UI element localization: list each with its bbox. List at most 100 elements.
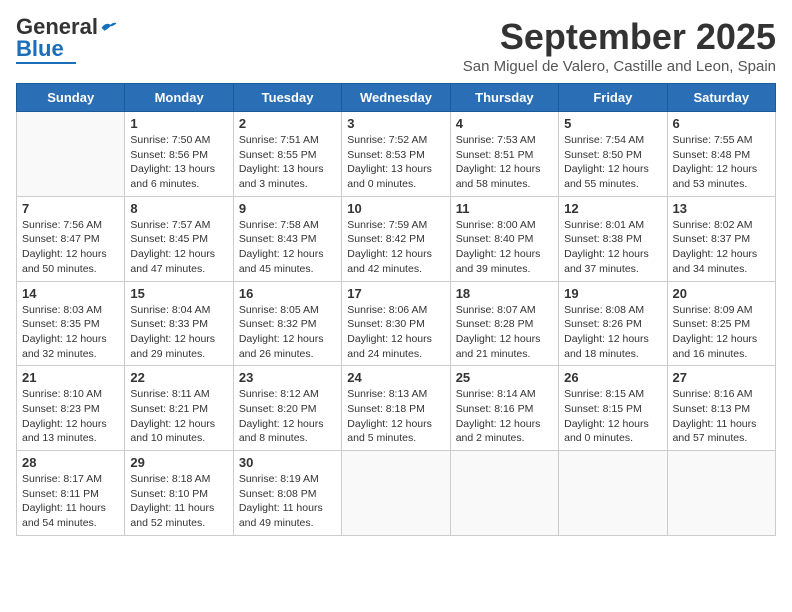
day-number: 16	[239, 286, 336, 301]
logo-bird-icon	[100, 20, 118, 34]
calendar-cell: 28 Sunrise: 8:17 AMSunset: 8:11 PMDayligh…	[17, 451, 125, 536]
day-number: 27	[673, 370, 770, 385]
day-info: Sunrise: 7:53 AMSunset: 8:51 PMDaylight:…	[456, 133, 553, 192]
weekday-header-tuesday: Tuesday	[233, 84, 341, 112]
day-number: 19	[564, 286, 661, 301]
calendar-cell: 12 Sunrise: 8:01 AMSunset: 8:38 PMDayligh…	[559, 196, 667, 281]
calendar-week-row: 28 Sunrise: 8:17 AMSunset: 8:11 PMDayligh…	[17, 451, 776, 536]
day-number: 14	[22, 286, 119, 301]
calendar-cell: 25 Sunrise: 8:14 AMSunset: 8:16 PMDayligh…	[450, 366, 558, 451]
calendar-cell	[342, 451, 450, 536]
day-number: 7	[22, 201, 119, 216]
calendar-cell: 10Sunrise: 7:59 AMSunset: 8:42 PMDayligh…	[342, 196, 450, 281]
calendar-cell: 22 Sunrise: 8:11 AMSunset: 8:21 PMDayligh…	[125, 366, 233, 451]
day-info: Sunrise: 8:15 AMSunset: 8:15 PMDaylight:…	[564, 387, 661, 446]
calendar-cell: 13 Sunrise: 8:02 AMSunset: 8:37 PMDayligh…	[667, 196, 775, 281]
day-number: 8	[130, 201, 227, 216]
calendar-cell: 6 Sunrise: 7:55 AMSunset: 8:48 PMDaylight…	[667, 112, 775, 197]
day-number: 30	[239, 455, 336, 470]
page-header: General Blue September 2025 San Miguel d…	[16, 16, 776, 75]
day-info: Sunrise: 8:09 AMSunset: 8:25 PMDaylight:…	[673, 303, 770, 362]
day-number: 25	[456, 370, 553, 385]
day-info: Sunrise: 8:13 AMSunset: 8:18 PMDaylight:…	[347, 387, 444, 446]
calendar-cell: 7Sunrise: 7:56 AMSunset: 8:47 PMDaylight…	[17, 196, 125, 281]
calendar-cell: 15Sunrise: 8:04 AMSunset: 8:33 PMDayligh…	[125, 281, 233, 366]
logo: General Blue	[16, 16, 118, 64]
day-info: Sunrise: 8:14 AMSunset: 8:16 PMDaylight:…	[456, 387, 553, 446]
day-number: 24	[347, 370, 444, 385]
calendar-cell: 4Sunrise: 7:53 AMSunset: 8:51 PMDaylight…	[450, 112, 558, 197]
calendar-cell: 27 Sunrise: 8:16 AMSunset: 8:13 PMDayligh…	[667, 366, 775, 451]
calendar-cell: 3 Sunrise: 7:52 AMSunset: 8:53 PMDaylight…	[342, 112, 450, 197]
day-info: Sunrise: 8:16 AMSunset: 8:13 PMDaylight:…	[673, 387, 770, 446]
day-info: Sunrise: 7:54 AMSunset: 8:50 PMDaylight:…	[564, 133, 661, 192]
day-number: 9	[239, 201, 336, 216]
calendar-cell: 19 Sunrise: 8:08 AMSunset: 8:26 PMDayligh…	[559, 281, 667, 366]
day-info: Sunrise: 8:08 AMSunset: 8:26 PMDaylight:…	[564, 303, 661, 362]
day-number: 10	[347, 201, 444, 216]
calendar-week-row: 1 Sunrise: 7:50 AMSunset: 8:56 PMDaylight…	[17, 112, 776, 197]
logo-general: General	[16, 16, 98, 38]
day-number: 12	[564, 201, 661, 216]
location-subtitle: San Miguel de Valero, Castille and Leon,…	[463, 58, 776, 75]
calendar-week-row: 7Sunrise: 7:56 AMSunset: 8:47 PMDaylight…	[17, 196, 776, 281]
weekday-header-wednesday: Wednesday	[342, 84, 450, 112]
day-info: Sunrise: 8:19 AMSunset: 8:08 PMDaylight:…	[239, 472, 336, 531]
weekday-header-row: SundayMondayTuesdayWednesdayThursdayFrid…	[17, 84, 776, 112]
day-info: Sunrise: 7:55 AMSunset: 8:48 PMDaylight:…	[673, 133, 770, 192]
calendar-cell: 21Sunrise: 8:10 AMSunset: 8:23 PMDayligh…	[17, 366, 125, 451]
day-info: Sunrise: 8:17 AMSunset: 8:11 PMDaylight:…	[22, 472, 119, 531]
day-number: 28	[22, 455, 119, 470]
weekday-header-monday: Monday	[125, 84, 233, 112]
logo-blue: Blue	[16, 38, 64, 60]
calendar-cell: 29Sunrise: 8:18 AMSunset: 8:10 PMDayligh…	[125, 451, 233, 536]
day-info: Sunrise: 8:05 AMSunset: 8:32 PMDaylight:…	[239, 303, 336, 362]
day-number: 17	[347, 286, 444, 301]
weekday-header-friday: Friday	[559, 84, 667, 112]
day-info: Sunrise: 7:50 AMSunset: 8:56 PMDaylight:…	[130, 133, 227, 192]
calendar-cell: 18Sunrise: 8:07 AMSunset: 8:28 PMDayligh…	[450, 281, 558, 366]
day-info: Sunrise: 7:51 AMSunset: 8:55 PMDaylight:…	[239, 133, 336, 192]
calendar-cell: 26Sunrise: 8:15 AMSunset: 8:15 PMDayligh…	[559, 366, 667, 451]
calendar-cell: 20 Sunrise: 8:09 AMSunset: 8:25 PMDayligh…	[667, 281, 775, 366]
calendar-cell: 30 Sunrise: 8:19 AMSunset: 8:08 PMDayligh…	[233, 451, 341, 536]
calendar-cell: 16 Sunrise: 8:05 AMSunset: 8:32 PMDayligh…	[233, 281, 341, 366]
calendar-cell: 17 Sunrise: 8:06 AMSunset: 8:30 PMDayligh…	[342, 281, 450, 366]
day-info: Sunrise: 8:01 AMSunset: 8:38 PMDaylight:…	[564, 218, 661, 277]
day-number: 29	[130, 455, 227, 470]
calendar-cell: 11Sunrise: 8:00 AMSunset: 8:40 PMDayligh…	[450, 196, 558, 281]
day-info: Sunrise: 7:52 AMSunset: 8:53 PMDaylight:…	[347, 133, 444, 192]
day-number: 11	[456, 201, 553, 216]
calendar-cell: 14 Sunrise: 8:03 AMSunset: 8:35 PMDayligh…	[17, 281, 125, 366]
month-title: September 2025	[463, 16, 776, 58]
day-number: 20	[673, 286, 770, 301]
calendar-cell: 8 Sunrise: 7:57 AMSunset: 8:45 PMDaylight…	[125, 196, 233, 281]
calendar-cell	[559, 451, 667, 536]
calendar-week-row: 14 Sunrise: 8:03 AMSunset: 8:35 PMDayligh…	[17, 281, 776, 366]
day-info: Sunrise: 8:03 AMSunset: 8:35 PMDaylight:…	[22, 303, 119, 362]
day-number: 6	[673, 116, 770, 131]
weekday-header-sunday: Sunday	[17, 84, 125, 112]
day-number: 22	[130, 370, 227, 385]
day-info: Sunrise: 8:11 AMSunset: 8:21 PMDaylight:…	[130, 387, 227, 446]
calendar-cell	[667, 451, 775, 536]
day-info: Sunrise: 8:10 AMSunset: 8:23 PMDaylight:…	[22, 387, 119, 446]
calendar-week-row: 21Sunrise: 8:10 AMSunset: 8:23 PMDayligh…	[17, 366, 776, 451]
day-number: 1	[130, 116, 227, 131]
day-info: Sunrise: 8:02 AMSunset: 8:37 PMDaylight:…	[673, 218, 770, 277]
calendar-cell: 24 Sunrise: 8:13 AMSunset: 8:18 PMDayligh…	[342, 366, 450, 451]
calendar-cell: 23 Sunrise: 8:12 AMSunset: 8:20 PMDayligh…	[233, 366, 341, 451]
calendar-cell: 1 Sunrise: 7:50 AMSunset: 8:56 PMDaylight…	[125, 112, 233, 197]
day-info: Sunrise: 7:58 AMSunset: 8:43 PMDaylight:…	[239, 218, 336, 277]
day-number: 3	[347, 116, 444, 131]
calendar-cell	[450, 451, 558, 536]
day-number: 2	[239, 116, 336, 131]
calendar-cell: 5Sunrise: 7:54 AMSunset: 8:50 PMDaylight…	[559, 112, 667, 197]
day-info: Sunrise: 8:06 AMSunset: 8:30 PMDaylight:…	[347, 303, 444, 362]
calendar-cell: 2 Sunrise: 7:51 AMSunset: 8:55 PMDaylight…	[233, 112, 341, 197]
day-info: Sunrise: 8:12 AMSunset: 8:20 PMDaylight:…	[239, 387, 336, 446]
day-info: Sunrise: 7:57 AMSunset: 8:45 PMDaylight:…	[130, 218, 227, 277]
day-number: 23	[239, 370, 336, 385]
day-number: 18	[456, 286, 553, 301]
day-number: 13	[673, 201, 770, 216]
